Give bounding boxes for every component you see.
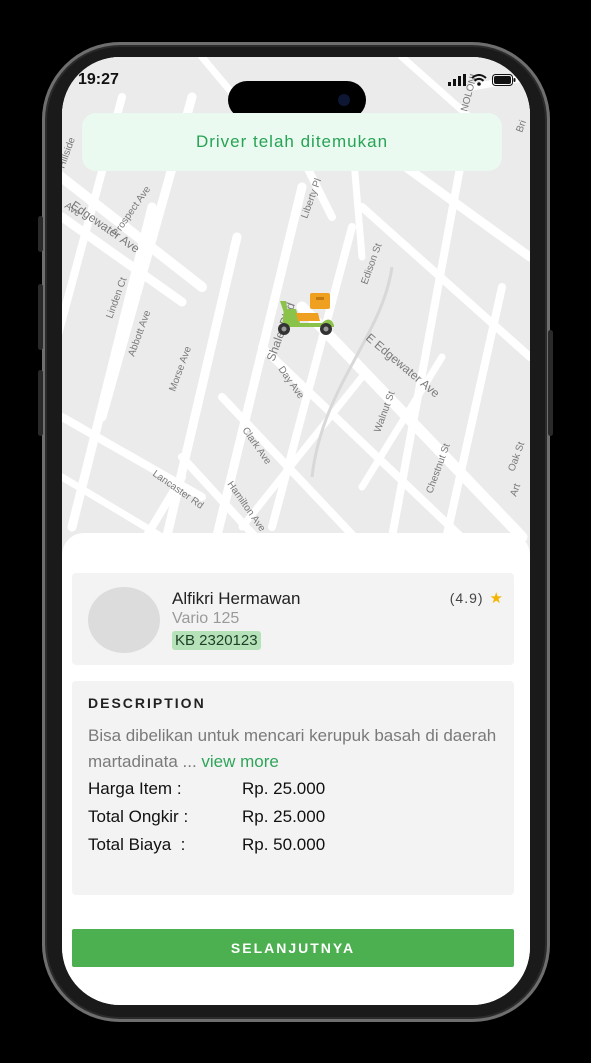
price-label: Total Ongkir bbox=[88, 807, 179, 826]
price-label: Harga Item bbox=[88, 779, 173, 798]
description-card: DESCRIPTION Bisa dibelikan untuk mencari… bbox=[72, 681, 514, 895]
status-bar: 19:27 bbox=[62, 71, 530, 119]
driver-name: Alfikri Hermawan bbox=[172, 589, 301, 608]
price-value: Rp. 25.000 bbox=[242, 807, 326, 826]
side-button-power bbox=[548, 330, 553, 436]
signal-icon bbox=[448, 74, 466, 86]
driver-found-banner: Driver telah ditemukan bbox=[82, 113, 502, 171]
side-button-volume-up bbox=[38, 284, 43, 350]
screen: Edgewater Ave Prospect Ave Liberty Pl Ed… bbox=[62, 57, 530, 1005]
rating-value: (4.9) bbox=[449, 590, 484, 606]
description-title: DESCRIPTION bbox=[88, 695, 206, 711]
price-separator: : bbox=[183, 807, 189, 826]
battery-icon bbox=[492, 74, 516, 86]
order-bottom-sheet: Alfikri Hermawan Vario 125 KB 2320123 (4… bbox=[62, 533, 530, 1005]
price-separator: : bbox=[176, 779, 182, 798]
price-separator: : bbox=[180, 835, 186, 854]
status-time: 19:27 bbox=[78, 71, 119, 88]
license-plate: KB 2320123 bbox=[172, 631, 261, 650]
description-text-block: Bisa dibelikan untuk mencari kerupuk bas… bbox=[88, 723, 498, 775]
avatar bbox=[88, 587, 160, 653]
side-button-volume-down bbox=[38, 370, 43, 436]
star-icon: ★ bbox=[489, 590, 504, 607]
scooter-icon bbox=[278, 293, 334, 335]
price-label: Total Biaya bbox=[88, 835, 172, 854]
price-value: Rp. 25.000 bbox=[242, 779, 326, 798]
price-value: Rp. 50.000 bbox=[242, 835, 326, 854]
driver-card[interactable]: Alfikri Hermawan Vario 125 KB 2320123 (4… bbox=[72, 573, 514, 665]
wifi-icon bbox=[471, 74, 487, 86]
view-more-link[interactable]: view more bbox=[201, 752, 278, 771]
side-button-action bbox=[38, 216, 43, 252]
status-icons bbox=[448, 74, 516, 86]
camera-icon bbox=[338, 94, 350, 106]
banner-text: Driver telah ditemukan bbox=[195, 132, 389, 151]
description-text: Bisa dibelikan untuk mencari kerupuk bas… bbox=[88, 726, 497, 771]
price-row-total: Total Biaya : Rp. 50.000 bbox=[88, 835, 325, 855]
next-button[interactable]: SELANJUTNYA bbox=[72, 929, 514, 967]
price-row-item: Harga Item : Rp. 25.000 bbox=[88, 779, 325, 799]
price-row-shipping: Total Ongkir : Rp. 25.000 bbox=[88, 807, 325, 827]
vehicle-model: Vario 125 bbox=[172, 610, 240, 627]
driver-rating: (4.9) ★ bbox=[450, 589, 504, 607]
